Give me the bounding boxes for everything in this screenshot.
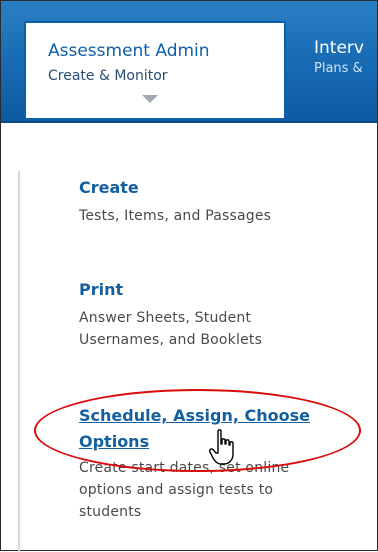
tab-intervention[interactable]: Interv Plans & [314, 38, 377, 76]
tab-title: Interv [314, 38, 364, 58]
tab-assessment-admin[interactable]: Assessment Admin Create & Monitor [24, 21, 286, 120]
top-nav-bar: Assessment Admin Create & Monitor Interv… [1, 1, 377, 123]
menu-section-print: Print Answer Sheets, Student Usernames, … [79, 279, 374, 351]
content-divider [18, 171, 20, 552]
desc-line: Usernames, and Booklets [79, 332, 263, 348]
tab-subtitle: Plans & [314, 61, 363, 76]
print-link[interactable]: Print [79, 279, 374, 301]
menu-section-create: Create Tests, Items, and Passages [79, 177, 374, 227]
highlight-ellipse [34, 389, 361, 472]
app-frame: Assessment Admin Create & Monitor Interv… [0, 0, 378, 552]
desc-line: students [79, 504, 142, 520]
hand-pointer-icon [209, 429, 234, 465]
chevron-down-icon [142, 95, 158, 103]
desc-line: options and assign tests to [79, 482, 274, 498]
tab-subtitle: Create & Monitor [48, 68, 168, 84]
section-description: Tests, Items, and Passages [79, 208, 272, 224]
tab-title: Assessment Admin [48, 41, 210, 61]
desc-line: Answer Sheets, Student [79, 310, 252, 326]
section-description: Answer Sheets, Student Usernames, and Bo… [79, 307, 374, 351]
create-link[interactable]: Create [79, 177, 374, 199]
